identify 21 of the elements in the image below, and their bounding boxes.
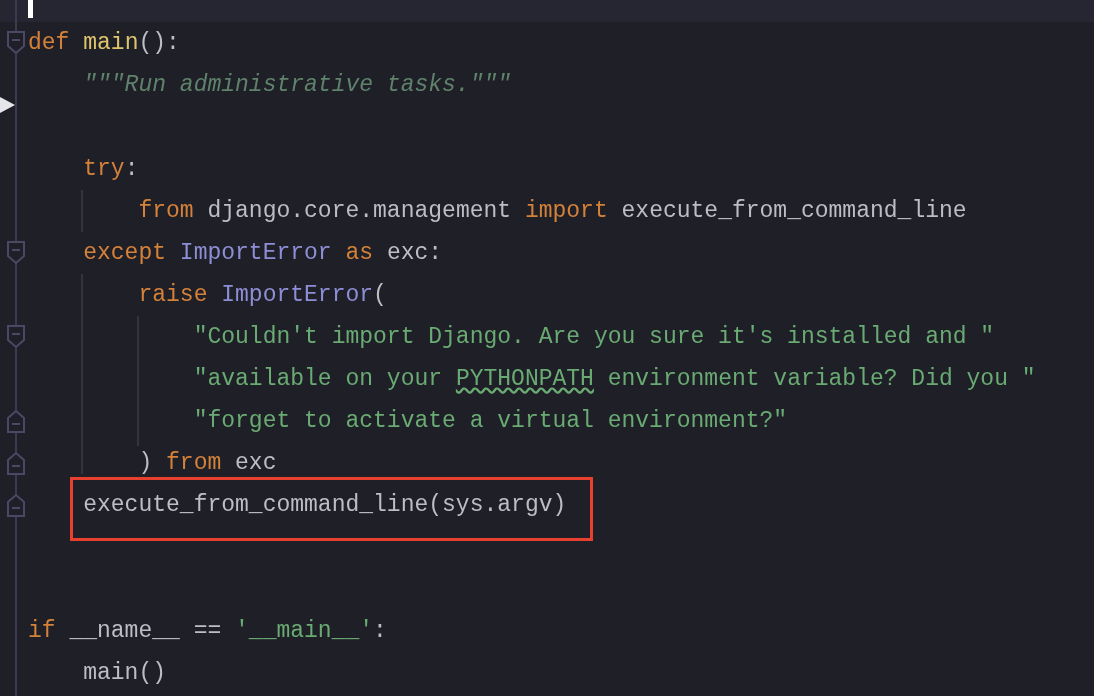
code-line: try: xyxy=(82,155,139,183)
code-line: execute_from_command_line(sys.argv) xyxy=(82,491,567,519)
code-line: """Run administrative tasks.""" xyxy=(82,71,512,99)
code-line: "Couldn't import Django. Are you sure it's installed and " xyxy=(192,323,995,351)
fold-collapse-icon[interactable] xyxy=(7,31,25,55)
code-line: "available on your PYTHONPATH environment variable? Did you " xyxy=(192,365,1036,393)
code-line: except ImportError as exc: xyxy=(82,239,443,267)
fold-end-icon[interactable] xyxy=(7,493,25,517)
code-line: if __name__ == '__main__': xyxy=(28,617,387,645)
code-line: raise ImportError( xyxy=(137,281,387,309)
code-line: "forget to activate a virtual environment?" xyxy=(192,407,788,435)
code-line: main() xyxy=(82,659,167,687)
fold-collapse-icon[interactable] xyxy=(7,325,25,349)
code-line: ) from exc xyxy=(137,449,277,477)
fold-end-icon[interactable] xyxy=(7,409,25,433)
triangle-marker-icon xyxy=(0,97,16,113)
code-line: from django.core.management import execute_from_command_line xyxy=(137,197,967,225)
text-cursor xyxy=(28,0,33,18)
fold-collapse-icon[interactable] xyxy=(7,241,25,265)
code-line: def main(): xyxy=(28,29,180,57)
fold-end-icon[interactable] xyxy=(7,451,25,475)
